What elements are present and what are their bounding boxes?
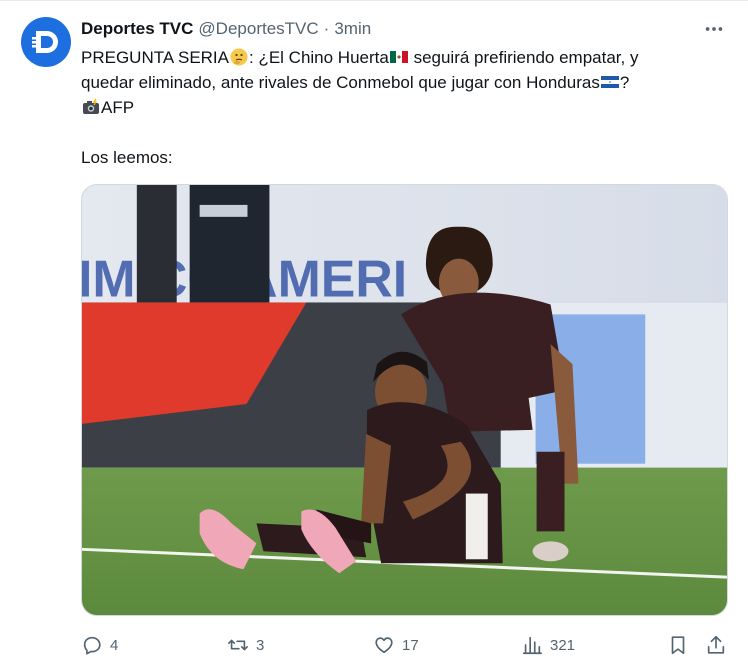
thinking-face-icon bbox=[230, 48, 248, 66]
reply-icon bbox=[83, 636, 101, 655]
honduras-flag-icon bbox=[600, 76, 619, 88]
text-segment: seguirá prefiriendo empatar, y bbox=[408, 48, 639, 67]
text-segment: PREGUNTA SERIA bbox=[81, 48, 229, 67]
more-button[interactable] bbox=[700, 17, 728, 41]
repost-icon bbox=[228, 639, 248, 651]
bookmark-icon bbox=[671, 636, 685, 655]
deportes-tvc-logo-icon bbox=[32, 31, 58, 53]
like-button[interactable]: 17 bbox=[373, 631, 419, 659]
tweet-actions: 4 3 17 321 bbox=[81, 631, 729, 659]
views-count: 321 bbox=[550, 636, 576, 654]
avatar[interactable] bbox=[21, 17, 71, 67]
tweet-line-1: PREGUNTA SERIA : ¿El Chino Huerta seguirá… bbox=[81, 45, 721, 70]
repost-count: 3 bbox=[256, 636, 265, 654]
tweet-line-5: Los leemos: bbox=[81, 148, 173, 167]
tweet-line-3: AFP bbox=[81, 95, 721, 120]
like-count: 17 bbox=[402, 636, 419, 654]
author-handle[interactable]: @DeportesTVC bbox=[198, 19, 318, 39]
reply-count: 4 bbox=[110, 636, 119, 654]
bookmark-button[interactable] bbox=[667, 631, 689, 659]
text-segment: quedar eliminado, ante rivales de Conmeb… bbox=[81, 73, 600, 92]
tweet-line-2: quedar eliminado, ante rivales de Conmeb… bbox=[81, 70, 721, 95]
share-button[interactable] bbox=[705, 631, 727, 659]
author-name[interactable]: Deportes TVC bbox=[81, 19, 193, 39]
text-segment: AFP bbox=[101, 98, 135, 117]
camera-flash-icon bbox=[83, 98, 99, 114]
tweet-header: Deportes TVC @DeportesTVC · 3min bbox=[81, 17, 371, 41]
text-segment: ? bbox=[619, 73, 630, 92]
mexico-flag-icon bbox=[389, 51, 408, 63]
timestamp[interactable]: 3min bbox=[334, 19, 371, 39]
separator-dot: · bbox=[323, 19, 330, 38]
text-segment: : ¿El Chino Huerta bbox=[249, 48, 389, 67]
heart-icon bbox=[375, 637, 393, 654]
more-dots-icon bbox=[705, 27, 723, 31]
reply-button[interactable]: 4 bbox=[81, 631, 118, 659]
repost-button[interactable]: 3 bbox=[227, 631, 264, 659]
views-button[interactable]: 321 bbox=[521, 631, 575, 659]
tweet-card[interactable]: Deportes TVC @DeportesTVC · 3min PREGUNT… bbox=[0, 0, 748, 672]
tweet-text: PREGUNTA SERIA : ¿El Chino Huerta seguirá… bbox=[81, 45, 721, 170]
share-icon bbox=[707, 635, 725, 654]
photo-image: IM CO AMERI bbox=[82, 185, 727, 615]
views-bar-chart-icon bbox=[522, 636, 542, 655]
tweet-photo[interactable]: IM CO AMERI bbox=[81, 184, 728, 616]
